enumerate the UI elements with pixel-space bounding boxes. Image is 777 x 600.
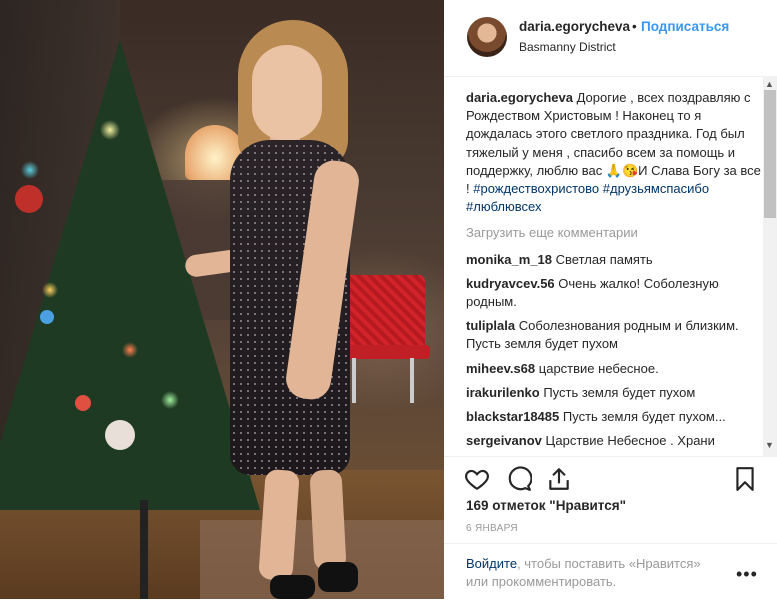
likes-count[interactable]: 169 отметок "Нравится" [466,498,626,513]
comment: miheev.s68 царствие небесное. [466,360,764,378]
scroll-down-arrow-icon[interactable]: ▼ [765,440,774,450]
tree-stand [140,500,148,599]
woman-face [252,45,322,140]
ornament [40,310,54,324]
post-photo[interactable] [0,0,444,599]
comment-text: Светлая память [555,251,653,267]
load-more-comments[interactable]: Загрузить еще комментарии [466,224,764,242]
post-date[interactable]: 6 ЯНВАРЯ [466,523,518,534]
comment-username[interactable]: miheev.s68 [466,361,535,376]
heart-icon[interactable] [464,466,490,492]
comment: tuliplala Соболезнования родным и близки… [466,317,764,353]
comment-username[interactable]: tuliplala [466,318,515,333]
comment: sergeivanov Царствие Небесное . Храни [466,432,764,450]
comment-icon[interactable] [506,466,532,492]
hashtag[interactable]: #друзьямспасибо [603,181,709,196]
ornament [105,420,135,450]
hashtag[interactable]: #люблювсех [466,199,541,214]
comment: kudryavcev.56 Очень жалко! Соболезную ро… [466,275,764,311]
comment-text: Пусть земля будет пухом [543,384,696,400]
share-icon[interactable] [546,466,572,492]
login-prompt: Войдите, чтобы поставить «Нравится» или … [444,543,777,600]
comment-username[interactable]: sergeivanov [466,433,542,448]
shoe [270,575,315,599]
chair-leg [352,358,356,403]
red-chair [345,275,425,350]
comment-text: царствие небесное. [538,360,659,376]
tree-lights [0,20,250,540]
comment: monika_m_18 Светлая память [466,251,764,269]
caption-username[interactable]: daria.egorycheva [466,90,573,105]
login-text: Войдите, чтобы поставить «Нравится» или … [466,555,726,591]
more-options-icon[interactable]: ••• [736,564,758,585]
post-header: daria.egorycheva • Подписаться Basmanny … [444,0,777,77]
action-bar [444,456,777,497]
scrollbar-thumb[interactable] [764,90,776,218]
post-panel: daria.egorycheva • Подписаться Basmanny … [444,0,777,599]
login-link[interactable]: Войдите [466,556,517,571]
shoe [318,562,358,592]
caption: daria.egorycheva Дорогие , всех поздравл… [466,89,764,216]
location-link[interactable]: Basmanny District [519,40,616,54]
comment: irakurilenko Пусть земля будет пухом [466,384,764,402]
post-username[interactable]: daria.egorycheva [519,19,630,34]
comment-text: Пусть земля будет пухом... [562,409,726,425]
ornament [75,395,91,411]
hashtag[interactable]: #рождествохристово [473,181,599,196]
scroll-up-arrow-icon[interactable]: ▲ [765,79,774,89]
comment: blackstar18485 Пусть земля будет пухом..… [466,408,764,426]
bookmark-icon[interactable] [732,466,758,492]
chair-leg [410,358,414,403]
caption-hashtags: #рождествохристово #друзьямспасибо #любл… [466,181,709,214]
comment-username[interactable]: irakurilenko [466,385,540,400]
ornament [15,185,43,213]
comment-username[interactable]: monika_m_18 [466,252,552,267]
separator-dot: • [632,19,637,34]
comment-username[interactable]: blackstar18485 [466,409,559,424]
comments-list: daria.egorycheva Дорогие , всех поздравл… [466,89,764,454]
comment-text: Царствие Небесное . Храни [545,433,715,449]
avatar[interactable] [467,17,507,57]
comment-username[interactable]: kudryavcev.56 [466,276,555,291]
follow-button[interactable]: Подписаться [641,19,729,34]
woman-leg [309,469,347,571]
